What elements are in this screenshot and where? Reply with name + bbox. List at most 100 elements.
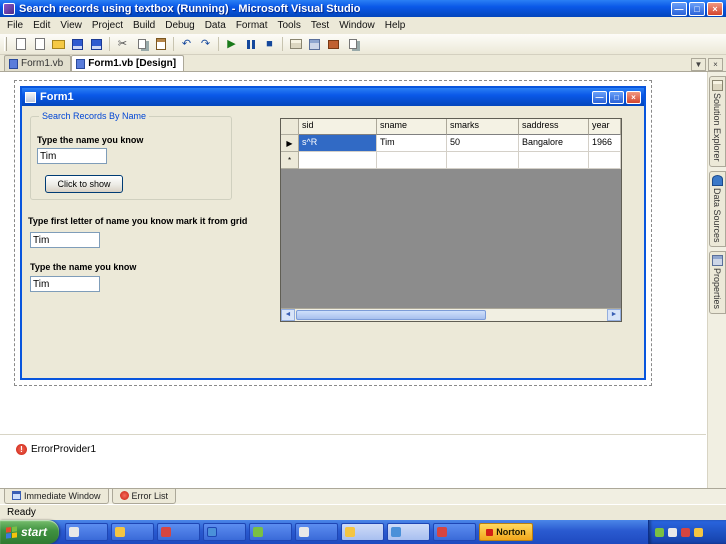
start-button[interactable]: start: [0, 520, 60, 544]
app-icon: [161, 527, 172, 537]
norton-label: Norton: [496, 527, 526, 537]
properties-window-icon[interactable]: [306, 36, 323, 53]
tab-form1-design[interactable]: Form1.vb [Design]: [71, 55, 185, 71]
cell-year[interactable]: 1966: [589, 135, 621, 152]
menu-build[interactable]: Build: [128, 19, 160, 32]
new-row-marker[interactable]: *: [281, 152, 299, 169]
menu-project[interactable]: Project: [87, 19, 128, 32]
start-debug-icon[interactable]: ▶: [223, 36, 240, 53]
scroll-left-icon[interactable]: ◄: [281, 309, 295, 321]
menu-file[interactable]: File: [2, 19, 28, 32]
menu-debug[interactable]: Debug: [160, 19, 199, 32]
tab-label: Immediate Window: [24, 490, 101, 501]
taskbar-button[interactable]: [157, 523, 201, 541]
taskbar-button[interactable]: [341, 523, 385, 541]
click-to-show-button[interactable]: Click to show: [45, 175, 123, 193]
current-row-arrow-icon[interactable]: ▶: [281, 135, 299, 152]
menu-view[interactable]: View: [55, 19, 87, 32]
taskbar-button[interactable]: [111, 523, 155, 541]
grid-hint-textbox[interactable]: [30, 232, 100, 248]
cell-empty[interactable]: [589, 152, 621, 169]
break-all-icon[interactable]: [242, 36, 259, 53]
tab-data-sources[interactable]: Data Sources: [708, 170, 726, 248]
norton-taskbar-button[interactable]: Norton: [479, 523, 534, 541]
toolbox-icon[interactable]: [325, 36, 342, 53]
tab-close-icon[interactable]: ×: [708, 58, 723, 71]
add-item-icon[interactable]: [31, 36, 48, 53]
tab-form1-code[interactable]: Form1.vb: [4, 55, 72, 71]
tray-icon-red[interactable]: [681, 527, 690, 537]
copy-icon[interactable]: [133, 36, 150, 53]
error-provider-component[interactable]: ! ErrorProvider1: [16, 444, 96, 455]
maximize-button[interactable]: □: [689, 1, 705, 16]
form1-client-area: Search Records By Name Type the name you…: [22, 106, 644, 378]
object-browser-icon[interactable]: [344, 36, 361, 53]
tab-list-dropdown-icon[interactable]: ▼: [691, 58, 706, 71]
cell-empty[interactable]: [519, 152, 589, 169]
column-header-saddress[interactable]: saddress: [519, 119, 589, 135]
window-title: Search records using textbox (Running) -…: [19, 2, 361, 15]
tray-icon-yellow[interactable]: [694, 527, 703, 537]
tray-icon-white[interactable]: [668, 527, 677, 537]
taskbar-button[interactable]: [433, 523, 477, 541]
minimize-button[interactable]: —: [671, 1, 687, 16]
form-maximize-button[interactable]: □: [609, 90, 624, 104]
cell-smarks[interactable]: 50: [447, 135, 519, 152]
scroll-right-icon[interactable]: ►: [607, 309, 621, 321]
cell-sid[interactable]: s^R: [299, 135, 377, 152]
column-header-year[interactable]: year: [589, 119, 621, 135]
undo-icon[interactable]: ↶: [178, 36, 195, 53]
cell-empty[interactable]: [377, 152, 447, 169]
window-controls: — □ ×: [671, 1, 723, 16]
taskbar-button[interactable]: [295, 523, 339, 541]
close-button[interactable]: ×: [707, 1, 723, 16]
tab-properties[interactable]: Properties: [708, 251, 726, 315]
column-header-sid[interactable]: sid: [299, 119, 377, 135]
taskbar-button[interactable]: [203, 523, 247, 541]
new-project-icon[interactable]: [12, 36, 29, 53]
tab-immediate-window[interactable]: Immediate Window: [4, 489, 109, 504]
name-textbox[interactable]: [37, 148, 107, 164]
save-all-icon[interactable]: [88, 36, 105, 53]
tray-icon-green[interactable]: [655, 527, 664, 537]
tab-solution-explorer[interactable]: Solution Explorer: [708, 76, 726, 167]
grid-corner-header[interactable]: [281, 119, 299, 135]
paste-icon[interactable]: [152, 36, 169, 53]
form-close-button[interactable]: ×: [626, 90, 641, 104]
stop-debug-icon[interactable]: ■: [261, 36, 278, 53]
taskbar-button[interactable]: [249, 523, 293, 541]
form-minimize-button[interactable]: —: [592, 90, 607, 104]
menu-test[interactable]: Test: [306, 19, 334, 32]
open-file-icon[interactable]: [50, 36, 67, 53]
grid-horizontal-scrollbar[interactable]: ◄ ►: [281, 308, 621, 321]
cell-saddress[interactable]: Bangalore: [519, 135, 589, 152]
column-header-sname[interactable]: sname: [377, 119, 447, 135]
menu-tools[interactable]: Tools: [273, 19, 306, 32]
cell-empty[interactable]: [299, 152, 377, 169]
document-tabstrip: Form1.vb Form1.vb [Design] ▼ ×: [0, 55, 726, 72]
toolbar-grip[interactable]: [4, 37, 7, 51]
cell-empty[interactable]: [447, 152, 519, 169]
cell-sname[interactable]: Tim: [377, 135, 447, 152]
scrollbar-thumb[interactable]: [296, 310, 486, 320]
menu-format[interactable]: Format: [231, 19, 273, 32]
name2-textbox[interactable]: [30, 276, 100, 292]
vb-file-icon: [9, 58, 18, 69]
menu-bar: File Edit View Project Build Debug Data …: [0, 17, 726, 34]
solution-explorer-icon[interactable]: [287, 36, 304, 53]
menu-help[interactable]: Help: [380, 19, 411, 32]
tab-error-list[interactable]: Error List: [111, 489, 177, 504]
save-icon[interactable]: [69, 36, 86, 53]
menu-window[interactable]: Window: [334, 19, 380, 32]
windows-taskbar: start Norton: [0, 520, 726, 544]
taskbar-button[interactable]: [65, 523, 109, 541]
column-header-smarks[interactable]: smarks: [447, 119, 519, 135]
redo-icon[interactable]: ↷: [197, 36, 214, 53]
status-bar: Ready: [0, 504, 726, 520]
tab-label: Error List: [131, 490, 169, 501]
menu-data[interactable]: Data: [200, 19, 231, 32]
cut-icon[interactable]: ✂: [114, 36, 131, 53]
menu-edit[interactable]: Edit: [28, 19, 55, 32]
taskbar-button[interactable]: [387, 523, 431, 541]
search-groupbox: Search Records By Name Type the name you…: [30, 111, 232, 200]
